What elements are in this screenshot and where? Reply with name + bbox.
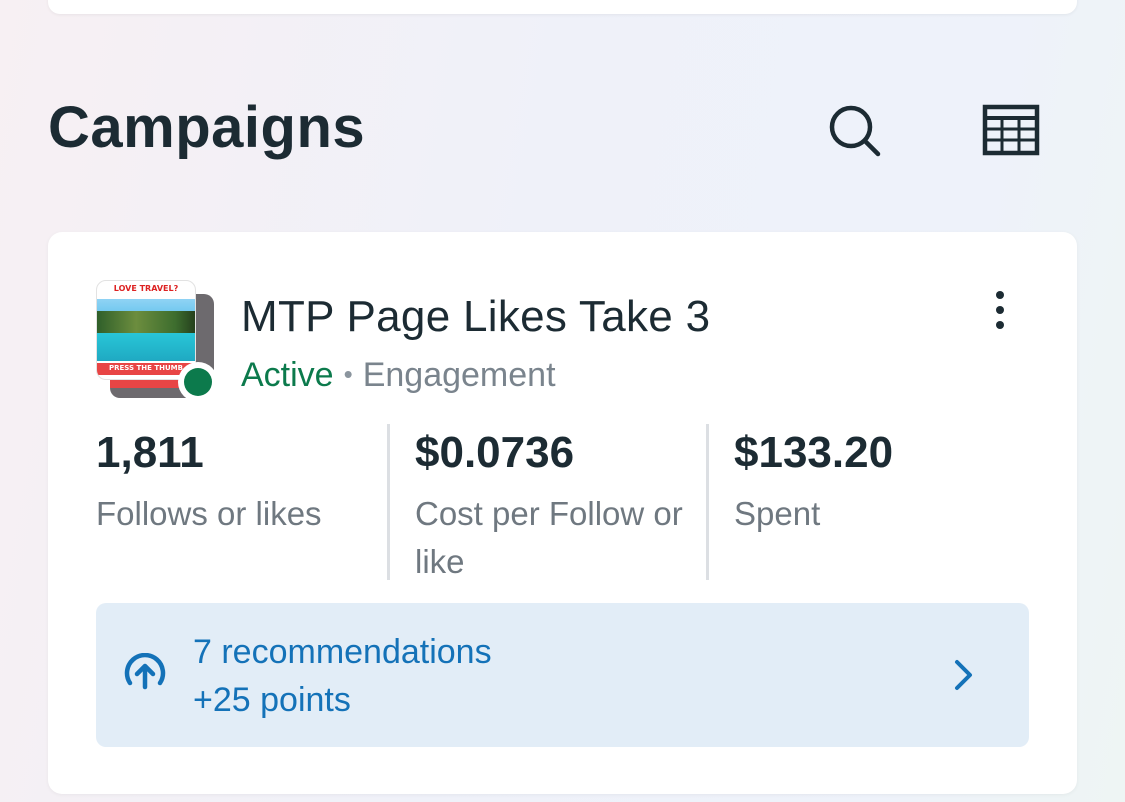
thumbnail-front-image: LOVE TRAVEL? PRESS THE THUMB <box>96 280 196 380</box>
metric-label: Spent <box>734 495 821 532</box>
metric-spent: $133.20 Spent <box>734 428 1024 588</box>
campaign-meta: Active • Engagement <box>241 356 556 395</box>
metric-label: Cost per Follow or like <box>415 495 683 580</box>
arrow-up-circle-icon <box>124 653 166 690</box>
table-view-icon <box>982 104 1040 156</box>
more-vertical-icon <box>996 291 1004 299</box>
meta-separator: • <box>343 359 353 389</box>
page-title: Campaigns <box>48 95 366 160</box>
metric-value: $133.20 <box>734 428 894 477</box>
table-view-button[interactable] <box>980 102 1042 158</box>
metric-results: 1,811 Follows or likes <box>96 428 386 588</box>
metric-divider <box>706 424 709 580</box>
metric-value: 1,811 <box>96 428 204 477</box>
objective-label: Engagement <box>362 356 556 394</box>
campaign-thumbnail: LOVE TRAVEL? PRESS THE THUMB <box>96 280 220 402</box>
recommendations-banner[interactable]: 7 recommendations +25 points <box>96 603 1029 747</box>
search-button[interactable] <box>824 100 886 162</box>
status-label: Active <box>241 356 334 394</box>
metric-cost-per-result: $0.0736 Cost per Follow or like <box>415 428 705 588</box>
metric-divider <box>387 424 390 580</box>
search-icon <box>829 105 881 157</box>
active-status-dot <box>178 362 218 402</box>
campaign-card[interactable]: LOVE TRAVEL? PRESS THE THUMB MTP Page Li… <box>48 232 1077 794</box>
thumbnail-top-text: LOVE TRAVEL? <box>113 284 179 293</box>
metric-label: Follows or likes <box>96 495 322 532</box>
chevron-right-icon <box>955 660 972 690</box>
recommendations-count: 7 recommendations <box>193 633 492 671</box>
more-options-button[interactable] <box>976 284 1024 336</box>
metric-value: $0.0736 <box>415 428 575 477</box>
recommendations-points: +25 points <box>193 681 351 719</box>
campaigns-header: Campaigns <box>48 90 1048 170</box>
previous-card <box>48 0 1077 14</box>
campaign-name[interactable]: MTP Page Likes Take 3 <box>241 292 710 342</box>
